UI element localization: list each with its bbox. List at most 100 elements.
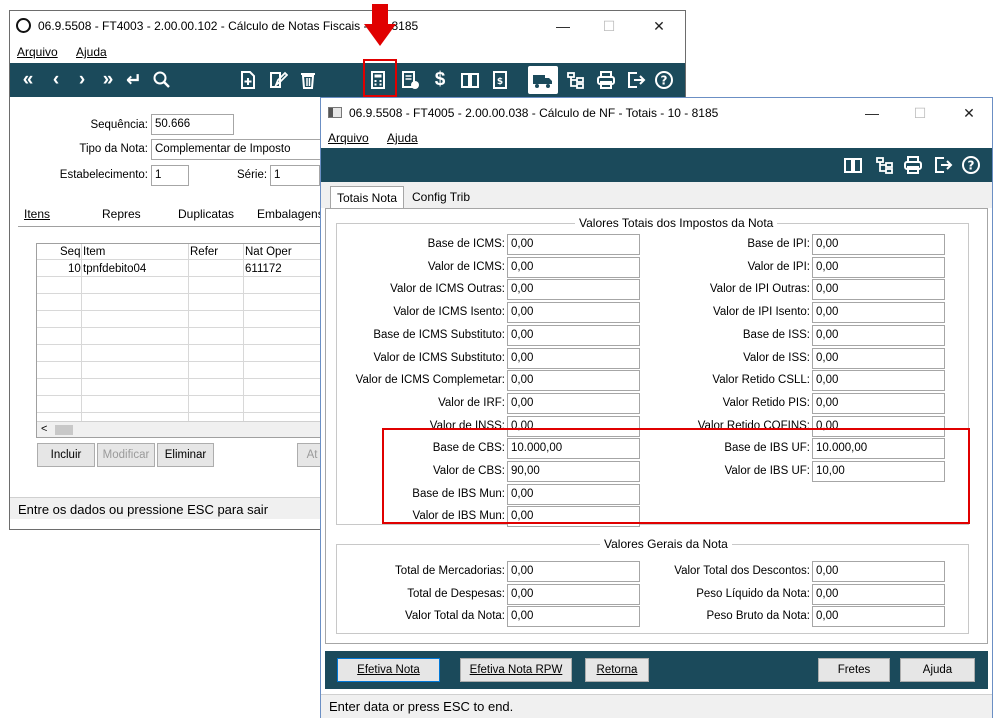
tab-itens[interactable]: Itens xyxy=(18,203,56,225)
estabelecimento-field[interactable]: 1 xyxy=(151,165,189,186)
scroll-thumb[interactable] xyxy=(55,425,73,435)
goto-icon[interactable]: ↵ xyxy=(122,63,146,97)
help-icon[interactable]: ? xyxy=(652,63,676,97)
value-field[interactable]: 0,00 xyxy=(507,234,640,255)
receipt-icon[interactable]: $ xyxy=(488,63,512,97)
table-row[interactable] xyxy=(37,380,322,396)
value-field[interactable]: 0,00 xyxy=(812,370,945,392)
svg-text:?: ? xyxy=(968,159,975,173)
first-record-icon[interactable]: « xyxy=(16,63,40,97)
close-button[interactable]: ✕ xyxy=(954,102,984,124)
value-field[interactable]: 0,00 xyxy=(507,583,640,605)
value-field[interactable]: 0,00 xyxy=(507,370,640,392)
value-field[interactable]: 0,00 xyxy=(507,256,640,278)
value-field[interactable]: 0,00 xyxy=(507,279,640,301)
table-row[interactable] xyxy=(37,346,322,362)
value-field[interactable]: 0,00 xyxy=(812,256,945,278)
app-logo-icon xyxy=(16,18,31,33)
close-button[interactable]: ✕ xyxy=(644,15,674,37)
col-nat-oper[interactable]: Nat Oper xyxy=(242,244,292,260)
search-icon[interactable] xyxy=(150,63,174,97)
exit-icon[interactable] xyxy=(931,148,955,182)
value-field[interactable]: 0,00 xyxy=(812,234,945,255)
ajuda-button[interactable]: Ajuda xyxy=(900,658,975,682)
modificar-button[interactable]: Modificar xyxy=(97,443,155,467)
value-field[interactable]: 0,00 xyxy=(507,606,640,627)
horizontal-scrollbar[interactable]: < xyxy=(37,421,322,437)
sequencia-field[interactable]: 50.666 xyxy=(151,114,234,135)
tab-embalagens[interactable]: Embalagens xyxy=(251,203,330,225)
table-row[interactable] xyxy=(37,295,322,311)
col-refer[interactable]: Refer xyxy=(187,244,218,260)
table-row[interactable] xyxy=(37,397,322,413)
value-field[interactable]: 0,00 xyxy=(812,561,945,582)
minimize-button[interactable]: — xyxy=(857,102,887,124)
table-row[interactable] xyxy=(37,278,322,294)
value-field[interactable]: 0,00 xyxy=(507,324,640,346)
value-field[interactable]: 0,00 xyxy=(812,347,945,369)
value-field[interactable]: 0,00 xyxy=(812,279,945,301)
tab-repres[interactable]: Repres xyxy=(96,203,147,225)
value-field[interactable]: 0,00 xyxy=(812,302,945,324)
print-icon[interactable] xyxy=(594,63,618,97)
table-row[interactable] xyxy=(37,363,322,379)
fretes-button[interactable]: Fretes xyxy=(818,658,890,682)
tab-config-trib[interactable]: Config Trib xyxy=(406,186,476,208)
items-grid[interactable]: Seq Item Refer Nat Oper 10 tpnfdebito04 … xyxy=(36,243,323,438)
value-field[interactable]: 0,00 xyxy=(507,392,640,414)
cbs-ibs-highlight-box xyxy=(382,428,970,524)
row-item: tpnfdebito04 xyxy=(83,263,147,275)
new-document-icon[interactable] xyxy=(236,63,260,97)
table-row[interactable]: 10 tpnfdebito04 611172 xyxy=(37,261,322,277)
efetiva-nota-rpw-button[interactable]: Efetiva Nota RPW xyxy=(460,658,572,682)
book-icon[interactable] xyxy=(458,63,482,97)
grid-header: Seq Item Refer Nat Oper xyxy=(37,244,322,260)
value-field[interactable]: 0,00 xyxy=(507,347,640,369)
tab-duplicatas[interactable]: Duplicatas xyxy=(172,203,240,225)
value-field[interactable]: 0,00 xyxy=(812,583,945,605)
serie-field[interactable]: 1 xyxy=(270,165,320,186)
incluir-button[interactable]: Incluir xyxy=(37,443,95,467)
front-window: 06.9.5508 - FT4005 - 2.00.00.038 - Cálcu… xyxy=(320,97,993,718)
tipo-nota-field[interactable]: Complementar de Imposto xyxy=(151,139,321,160)
menu-ajuda[interactable]: Ajuda xyxy=(76,45,107,59)
serie-label: Série: xyxy=(237,169,268,181)
value-field[interactable]: 0,00 xyxy=(812,324,945,346)
menu-arquivo[interactable]: Arquivo xyxy=(17,45,58,59)
value-field[interactable]: 0,00 xyxy=(507,302,640,324)
tree-icon[interactable] xyxy=(873,148,897,182)
table-row[interactable] xyxy=(37,329,322,345)
col-item[interactable]: Item xyxy=(80,244,105,260)
col-seq[interactable]: Seq xyxy=(57,244,80,260)
truck-button[interactable] xyxy=(528,66,558,94)
maximize-button[interactable]: ☐ xyxy=(594,15,624,37)
tree-icon[interactable] xyxy=(564,63,588,97)
maximize-button[interactable]: ☐ xyxy=(905,102,935,124)
menu-ajuda[interactable]: Ajuda xyxy=(387,131,418,145)
dollar-icon[interactable]: $ xyxy=(428,63,452,97)
menu-arquivo[interactable]: Arquivo xyxy=(328,131,369,145)
eliminar-button[interactable]: Eliminar xyxy=(157,443,214,467)
value-field[interactable]: 0,00 xyxy=(812,606,945,627)
exit-icon[interactable] xyxy=(624,63,648,97)
efetiva-nota-button[interactable]: Efetiva Nota xyxy=(337,658,440,682)
print-icon[interactable] xyxy=(901,148,925,182)
next-record-icon[interactable]: › xyxy=(70,63,94,97)
last-record-icon[interactable]: » xyxy=(96,63,120,97)
minimize-button[interactable]: — xyxy=(548,15,578,37)
back-menubar: Arquivo Ajuda xyxy=(10,42,685,62)
field-label: Valor Retido PIS: xyxy=(722,396,810,409)
help-icon[interactable]: ? xyxy=(959,148,983,182)
delete-icon[interactable] xyxy=(296,63,320,97)
retorna-button[interactable]: Retorna xyxy=(585,658,649,682)
tab-underline xyxy=(18,226,323,227)
tab-totais-nota[interactable]: Totais Nota xyxy=(330,186,405,209)
previous-record-icon[interactable]: ‹ xyxy=(44,63,68,97)
table-row[interactable] xyxy=(37,312,322,328)
edit-document-icon[interactable] xyxy=(266,63,290,97)
value-field[interactable]: 0,00 xyxy=(812,392,945,414)
invoice-check-icon[interactable] xyxy=(398,63,422,97)
value-field[interactable]: 0,00 xyxy=(507,561,640,582)
scroll-left-icon[interactable]: < xyxy=(41,423,47,435)
book-icon[interactable] xyxy=(841,148,865,182)
